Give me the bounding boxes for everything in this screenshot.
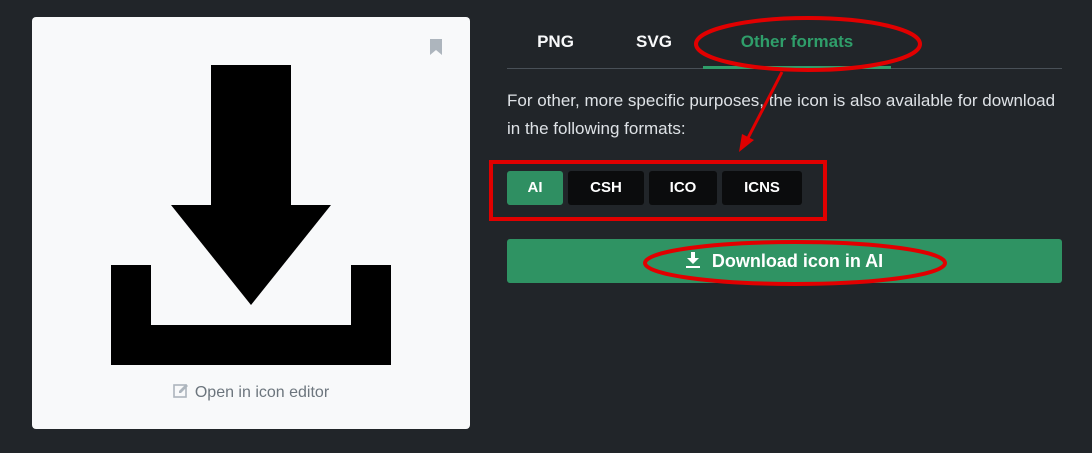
formats-description: For other, more specific purposes, the i… — [507, 91, 1056, 138]
format-icns-button[interactable]: ICNS — [722, 171, 802, 205]
tab-svg[interactable]: SVG — [604, 20, 704, 67]
page: Open in icon editor PNG SVG Other format… — [0, 0, 1092, 453]
format-ico-button[interactable]: ICO — [649, 171, 717, 205]
format-tabs: PNG SVG Other formats — [507, 20, 1062, 69]
open-in-editor-link[interactable]: Open in icon editor — [32, 383, 470, 402]
download-icon — [685, 252, 700, 268]
download-button-label: Download icon in AI — [711, 251, 884, 271]
format-ai-button[interactable]: AI — [507, 171, 563, 205]
format-csh-button[interactable]: CSH — [568, 171, 644, 205]
edit-icon — [173, 384, 188, 398]
icon-preview-card: Open in icon editor — [32, 17, 470, 429]
tab-other-formats[interactable]: Other formats — [703, 20, 891, 69]
download-tray-icon — [111, 65, 391, 365]
bookmark-icon[interactable] — [430, 39, 442, 55]
format-buttons: AI CSH ICO ICNS — [507, 171, 802, 205]
tab-png[interactable]: PNG — [507, 20, 604, 67]
open-in-editor-label: Open in icon editor — [194, 384, 330, 401]
download-button[interactable]: Download icon in AI — [507, 239, 1062, 283]
